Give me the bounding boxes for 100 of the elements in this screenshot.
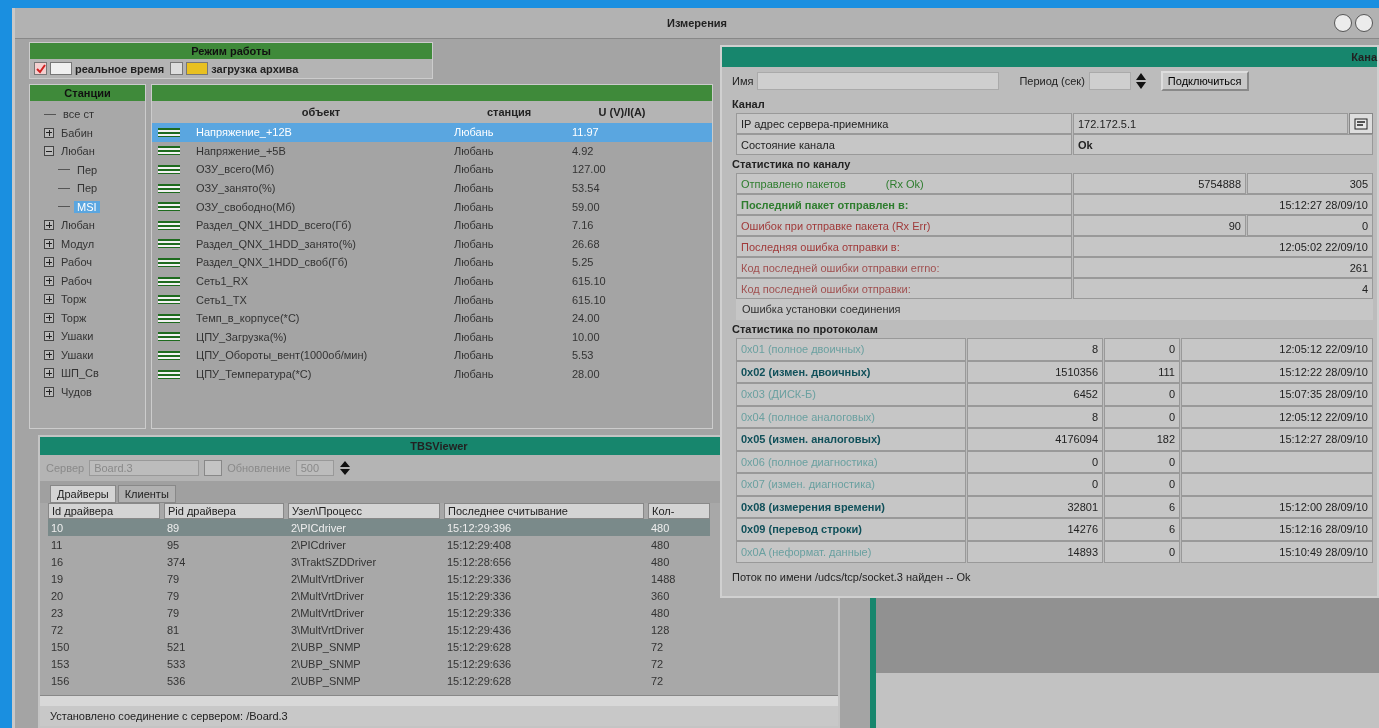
column-header[interactable]: объект (196, 106, 446, 118)
table-row[interactable]: Сеть1_RX Любань 615.10 (152, 271, 712, 291)
table-row[interactable]: 20 79 2\MultVrtDriver 15:12:29:336 360 (48, 587, 710, 604)
table-row[interactable]: ОЗУ_свободно(Мб) Любань 59.00 (152, 197, 712, 216)
table-cell-text: ОЗУ_свободно(Мб) (196, 200, 297, 213)
table-row[interactable]: 16 374 3\TraktSZDDriver 15:12:28:656 480 (48, 553, 710, 570)
tree-item[interactable]: все ст (60, 108, 97, 121)
table-cell-text: 79 (166, 606, 181, 619)
table-row[interactable]: 150 521 2\UBP_SNMP 15:12:29:628 72 (48, 638, 710, 655)
tab[interactable]: Драйверы (50, 485, 116, 503)
protocol-name: 0x05 (измен. аналоговых) (736, 428, 966, 451)
table-cell-text: 2\UBP_SNMP (290, 657, 362, 670)
expander-icon[interactable] (44, 238, 54, 249)
expander-icon[interactable] (44, 257, 54, 268)
maximize-button[interactable] (1355, 14, 1373, 32)
tree-item[interactable]: Ушаки (58, 348, 97, 361)
table-row[interactable]: Раздел_QNX_1HDD_всего(Гб) Любань 7.16 (152, 215, 712, 235)
table-cell-text: 2\PICdriver (290, 538, 348, 551)
edit-button[interactable] (1349, 113, 1373, 134)
tree-item[interactable]: Модул (58, 237, 98, 250)
expander-icon[interactable] (44, 386, 54, 397)
horizontal-scrollbar[interactable] (40, 695, 838, 706)
tree-item[interactable]: Чудов (58, 385, 95, 398)
expander-icon[interactable] (44, 146, 54, 157)
expander-icon[interactable] (44, 127, 54, 138)
column-header[interactable]: Последнее считывание (444, 503, 644, 519)
sensor-icon (158, 239, 180, 249)
field-value: 12:05:02 22/09/10 (1073, 236, 1373, 257)
tree-item[interactable]: Любан (58, 145, 98, 158)
table-cell-text: 15:12:29:336 (446, 572, 513, 585)
tree-item[interactable]: Пер (74, 182, 101, 195)
column-header[interactable]: Pid драйвера (164, 503, 284, 519)
spin-button[interactable] (1134, 72, 1147, 90)
table-cell-text: 5.25 (572, 256, 595, 269)
table-cell-text: 79 (166, 589, 181, 602)
tree-item[interactable]: Рабоч (58, 274, 95, 287)
table-row[interactable]: ЦПУ_Обороты_вент(1000об/мин) Любань 5.53 (152, 346, 712, 365)
column-header[interactable]: станция (454, 106, 564, 118)
expander-icon[interactable] (44, 331, 54, 342)
table-cell: 8 (967, 405, 1103, 428)
table-cell-text: Сеть1_RX (196, 275, 249, 288)
table-row[interactable]: Раздел_QNX_1HDD_занято(%) Любань 26.68 (152, 234, 712, 254)
table-cell-text: 72 (650, 674, 665, 687)
expander-icon[interactable] (44, 312, 54, 323)
table-cell-text: Любань (454, 312, 495, 325)
table-row[interactable]: ОЗУ_занято(%) Любань 53.54 (152, 178, 712, 198)
tree-item[interactable]: Ушаки (58, 330, 97, 343)
table-row[interactable]: 72 81 3\MultVrtDriver 15:12:29:436 128 (48, 621, 710, 638)
column-header[interactable]: Id драйвера (48, 503, 160, 519)
expander-icon[interactable] (44, 349, 54, 360)
period-field[interactable] (1088, 72, 1131, 90)
table-row[interactable]: Напряжение_+5В Любань 4.92 (152, 141, 712, 161)
table-row[interactable]: Раздел_QNX_1HDD_своб(Гб) Любань 5.25 (152, 253, 712, 272)
connect-button[interactable]: Подключиться (1160, 71, 1249, 91)
table-row[interactable]: Темп_в_корпусе(*С) Любань 24.00 (152, 308, 712, 328)
table-row[interactable]: ОЗУ_всего(Мб) Любань 127.00 (152, 160, 712, 179)
expander-icon[interactable] (44, 368, 54, 379)
table-cell-text: Темп_в_корпусе(*С) (196, 312, 301, 325)
tab[interactable]: Клиенты (117, 485, 176, 503)
name-field[interactable] (757, 72, 1000, 90)
table-row[interactable]: 153 533 2\UBP_SNMP 15:12:29:636 72 (48, 655, 710, 672)
table-row[interactable]: ЦПУ_Температура(*С) Любань 28.00 (152, 364, 712, 384)
column-header[interactable]: Кол- (648, 503, 710, 519)
error-message: Ошибка установки соединения (736, 299, 1373, 320)
table-cell-text: 23 (50, 606, 65, 619)
field-label: Состояние канала (736, 134, 1072, 155)
expander-icon[interactable] (44, 294, 54, 305)
table-row[interactable]: 10 89 2\PICdriver 15:12:29:396 480 (48, 519, 710, 536)
tree-item[interactable]: Торж (58, 293, 90, 306)
column-header[interactable]: Узел\Процесс (288, 503, 440, 519)
tree-item[interactable]: Торж (58, 311, 90, 324)
table-row[interactable]: Сеть1_TX Любань 615.10 (152, 290, 712, 309)
spin-button[interactable] (338, 460, 351, 476)
table-cell-text: 11.97 (572, 126, 600, 139)
table-row[interactable]: 23 79 2\MultVrtDriver 15:12:29:336 480 (48, 604, 710, 621)
table-cell-text: 128 (650, 623, 671, 636)
tree-item[interactable]: ШП_Св (58, 367, 102, 380)
table-row[interactable]: 156 536 2\UBP_SNMP 15:12:29:628 72 (48, 672, 710, 689)
table-cell: 0 (1104, 338, 1180, 361)
field-value: Ok (1073, 134, 1373, 155)
tree-item[interactable]: Любан (58, 219, 98, 232)
tree-item[interactable]: Пер (74, 163, 101, 176)
sensor-icon (158, 313, 180, 323)
tree-item[interactable]: Бабин (58, 126, 96, 139)
checkbox[interactable] (170, 62, 184, 75)
field-value: 90 (1073, 215, 1246, 236)
table-row[interactable]: 11 95 2\PICdriver 15:12:29:408 480 (48, 536, 710, 553)
checkbox[interactable] (34, 62, 47, 75)
table-cell: 0 (1104, 383, 1180, 406)
expander-icon[interactable] (44, 275, 54, 286)
column-header[interactable]: U (V)/I(A) (572, 106, 672, 118)
table-cell: 0 (967, 450, 1103, 473)
sensor-icon (158, 276, 180, 286)
expander-icon[interactable] (44, 220, 54, 231)
minimize-button[interactable] (1334, 14, 1352, 32)
table-cell: 15:12:27 28/09/10 (1181, 428, 1373, 451)
tree-item[interactable]: Рабоч (58, 256, 95, 269)
table-row[interactable]: 19 79 2\MultVrtDriver 15:12:29:336 1488 (48, 570, 710, 587)
table-cell-text: 3\TraktSZDDriver (290, 555, 378, 568)
table-row[interactable]: ЦПУ_Загрузка(%) Любань 10.00 (152, 327, 712, 347)
